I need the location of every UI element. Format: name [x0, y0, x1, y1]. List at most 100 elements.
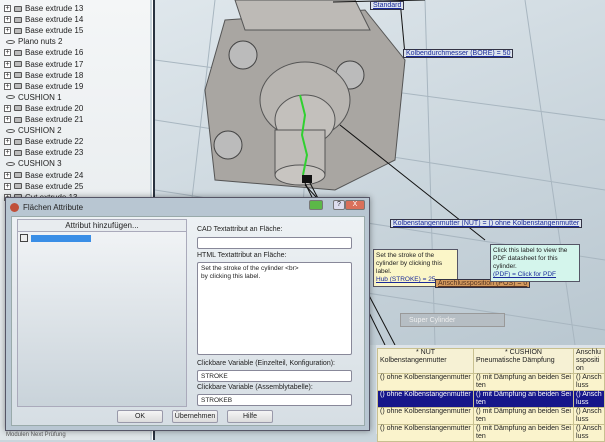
tree-item[interactable]: CUSHION 3: [4, 158, 62, 169]
plane-icon: [6, 95, 15, 100]
var1-input[interactable]: STROKE: [197, 370, 352, 382]
attribute-icon: [20, 234, 28, 242]
tree-item[interactable]: + Base extrude 13: [4, 3, 83, 14]
table-cell[interactable]: () Anschluss: [573, 373, 605, 391]
tree-item[interactable]: + Base extrude 22: [4, 136, 83, 147]
expand-icon[interactable]: +: [4, 5, 11, 12]
plane-icon: [6, 161, 15, 166]
table-row[interactable]: () ohne Kolbenstangenmutter() mit Dämpfu…: [377, 373, 605, 391]
flaechen-attribute-dialog: Flächen Attribute ? X Attribut hinzufüge…: [5, 197, 370, 431]
attribute-item[interactable]: [18, 232, 186, 244]
var2-input[interactable]: STROKEB: [197, 394, 352, 406]
tree-item[interactable]: Plano nuts 2: [4, 36, 62, 47]
help-title-button[interactable]: ?: [333, 200, 345, 210]
add-attribute-button[interactable]: Attribut hinzufügen...: [18, 220, 186, 232]
tree-item[interactable]: + Base extrude 14: [4, 14, 83, 25]
col-subheader-port: Anschlussposition: [576, 349, 601, 372]
tree-item-label: CUSHION 2: [18, 126, 62, 136]
expand-icon[interactable]: +: [4, 27, 11, 35]
table-row[interactable]: () ohne Kolbenstangenmutter() mit Dämpfu…: [377, 407, 605, 425]
html-text-input[interactable]: Set the stroke of the cylinder <br> by c…: [197, 262, 352, 355]
var2-label: Clickbare Variable (Assemblytabelle):: [197, 384, 313, 391]
tree-item[interactable]: CUSHION 1: [4, 92, 62, 103]
table-cell[interactable]: () Anschluss: [573, 390, 605, 408]
expand-icon[interactable]: +: [4, 104, 11, 112]
tree-item-label: CUSHION 3: [18, 159, 62, 169]
ok-button[interactable]: OK: [117, 410, 163, 423]
tree-item[interactable]: + Base extrude 15: [4, 25, 83, 36]
expand-icon[interactable]: +: [4, 149, 11, 157]
tree-item-label: Base extrude 20: [25, 103, 84, 113]
tree-item-label: Plano nuts 2: [18, 37, 63, 47]
html-label: HTML Textattribut an Fläche:: [197, 252, 287, 259]
col-header-cushion[interactable]: * CUSHION: [476, 349, 571, 357]
expand-icon[interactable]: +: [4, 116, 11, 123]
app-icon: [10, 202, 19, 212]
expand-icon[interactable]: +: [4, 16, 11, 24]
pdf-link[interactable]: (PDF) = Click for PDF: [493, 271, 577, 279]
table-cell[interactable]: () mit Dämpfung an beiden Seiten: [473, 373, 574, 391]
tree-item[interactable]: + Base extrude 20: [4, 103, 83, 114]
expand-icon[interactable]: +: [4, 71, 11, 79]
tree-item[interactable]: CUSHION 2: [4, 125, 62, 136]
tree-item[interactable]: + Base extrude 23: [4, 147, 83, 158]
table-cell[interactable]: () ohne Kolbenstangenmutter: [377, 407, 474, 425]
nut-label[interactable]: Kolbenstangenmutter (NUT) = () ohne Kolb…: [390, 219, 583, 228]
pdf-note[interactable]: Click this label to view the PDF datashe…: [490, 244, 580, 282]
tree-item[interactable]: + Base extrude 17: [4, 59, 83, 70]
expand-icon[interactable]: +: [4, 138, 11, 146]
apply-button[interactable]: Übernehmen: [172, 410, 218, 423]
tree-item-label: Base extrude 13: [25, 4, 84, 13]
extrude-icon: [14, 138, 22, 145]
tree-item-label: Base extrude 24: [25, 170, 84, 180]
bore-label[interactable]: Kolbendurchmesser (BORE) = 50: [403, 49, 514, 58]
table-cell[interactable]: () mit Dämpfung an beiden Seiten: [473, 390, 574, 408]
tree-item-label: Base extrude 15: [25, 26, 84, 36]
assembly-table[interactable]: * NUT Kolbenstangenmutter * CUSHION Pneuma…: [376, 345, 605, 442]
tree-item-label: Base extrude 25: [25, 181, 84, 191]
col-subheader-nut: Kolbenstangenmutter: [380, 357, 447, 364]
col-header-nut[interactable]: * NUT: [380, 349, 471, 357]
extrude-icon: [14, 183, 22, 190]
extrude-icon: [14, 116, 22, 123]
expand-icon[interactable]: +: [4, 182, 11, 190]
pin-icon[interactable]: [309, 200, 323, 210]
extrude-icon: [14, 16, 22, 23]
expand-icon[interactable]: +: [4, 60, 11, 68]
expand-icon[interactable]: +: [4, 171, 11, 179]
table-cell[interactable]: () mit Dämpfung an beiden Seiten: [473, 407, 574, 425]
extrude-icon: [14, 27, 22, 34]
dialog-title: Flächen Attribute: [23, 202, 84, 212]
standard-label[interactable]: Standard: [370, 1, 405, 10]
tree-item[interactable]: + Base extrude 18: [4, 70, 83, 81]
tree-item-label: Base extrude 21: [25, 115, 84, 124]
table-row[interactable]: () ohne Kolbenstangenmutter() mit Dämpfu…: [377, 390, 605, 408]
close-button[interactable]: X: [345, 200, 365, 210]
tree-item[interactable]: + Base extrude 21: [4, 114, 83, 125]
tree-item-label: Base extrude 19: [25, 81, 84, 91]
cad-text-input[interactable]: [197, 237, 352, 249]
plane-icon: [6, 128, 15, 133]
tree-item-label: Base extrude 14: [25, 15, 84, 25]
pdf-note-text: Click this label to view the PDF datashe…: [493, 247, 568, 270]
col-subheader-cushion: Pneumatische Dämpfung: [476, 357, 555, 364]
stroke-note-text: Set the stroke of the cylinder by clicki…: [376, 252, 443, 275]
tree-item[interactable]: + Base extrude 19: [4, 81, 83, 92]
expand-icon[interactable]: +: [4, 49, 11, 57]
table-cell[interactable]: () ohne Kolbenstangenmutter: [377, 390, 474, 408]
plane-icon: [6, 39, 15, 44]
cad-label: CAD Textattribut an Fläche:: [197, 226, 283, 233]
attribute-list[interactable]: Attribut hinzufügen...: [17, 219, 187, 407]
tree-item[interactable]: + Base extrude 24: [4, 170, 83, 181]
extrude-icon: [14, 105, 22, 112]
table-cell[interactable]: () ohne Kolbenstangenmutter: [377, 373, 474, 391]
attribute-item-selection: [31, 234, 91, 242]
tree-item[interactable]: + Base extrude 25: [4, 181, 83, 192]
table-cell[interactable]: () Anschluss: [573, 407, 605, 425]
extrude-icon: [14, 83, 22, 90]
super-cylinder-label: Super Cylinder: [400, 313, 505, 327]
tree-item-label: Base extrude 17: [25, 59, 84, 69]
expand-icon[interactable]: +: [4, 82, 11, 90]
tree-item[interactable]: + Base extrude 16: [4, 47, 83, 58]
help-button[interactable]: Hilfe: [227, 410, 273, 423]
